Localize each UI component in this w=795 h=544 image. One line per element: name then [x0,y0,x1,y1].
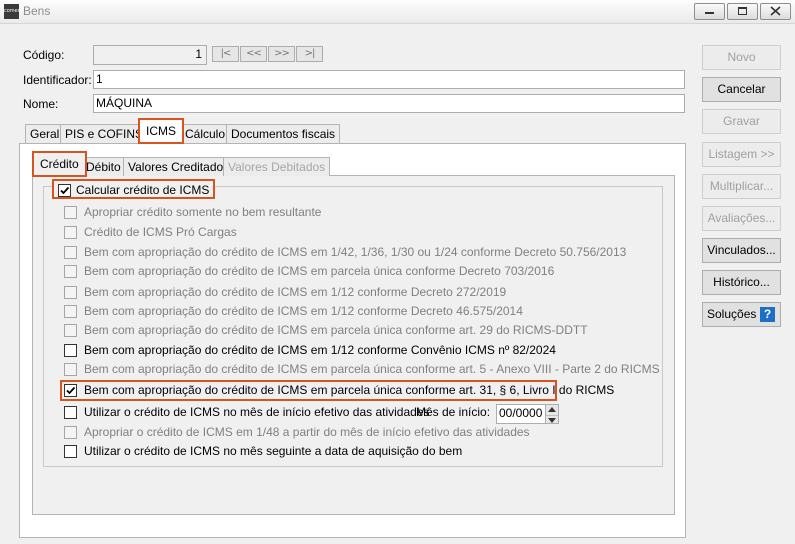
cancelar-button[interactable]: Cancelar [702,77,781,102]
multiplicar-button[interactable]: Multiplicar... [702,174,781,199]
nav-next-button[interactable]: >> [268,46,295,62]
mes-inicio-spinner[interactable] [545,404,559,424]
option-label: Bem com apropriação do crédito de ICMS e… [84,323,588,337]
mes-inicio-label: Mês de início: [416,405,491,419]
identificador-field[interactable]: 1 [93,70,685,89]
option-label: Bem com apropriação do crédito de ICMS e… [84,285,507,299]
tab-valores-debitados[interactable]: Valores Debitados [223,157,331,176]
title-bar [0,0,795,24]
option-label: Bem com apropriação do crédito de ICMS e… [84,264,555,278]
checkbox-box [64,265,77,278]
gravar-button[interactable]: Gravar [702,109,781,134]
tab-icms[interactable]: ICMS [138,118,184,144]
spinner-down-button[interactable] [546,418,558,423]
calcular-credito-label: Calcular crédito de ICMS [76,183,210,197]
arrow-down-icon [548,418,556,423]
solucoes-label: Soluções [707,307,757,321]
maximize-icon [738,7,747,15]
checkbox-box [64,324,77,337]
historico-button[interactable]: Histórico... [702,270,781,295]
checkbox-box [64,445,77,458]
close-icon [770,6,781,16]
tab-geral[interactable]: Geral [25,124,65,143]
checkbox-box [64,426,77,439]
checkbox-box [64,286,77,299]
option-label: Utilizar o crédito de ICMS no mês seguin… [84,444,463,458]
checkbox-box [64,246,77,259]
checkbox-box [64,226,77,239]
option-label: Apropriar crédito somente no bem resulta… [84,205,322,219]
mes-inicio-input[interactable]: 00/0000 [496,404,546,424]
spinner-up-button[interactable] [546,407,558,416]
tab-credito[interactable]: Crédito [32,151,87,177]
arrow-up-icon [548,407,556,412]
option-label: Bem com apropriação do crédito de ICMS e… [84,343,556,357]
checkmark-icon [60,186,70,195]
option-label: Bem com apropriação do crédito de ICMS e… [84,362,660,376]
option-label: Bem com apropriação do crédito de ICMS e… [84,383,615,397]
nav-last-button[interactable]: >| [296,46,323,62]
option-label: Bem com apropriação do crédito de ICMS e… [84,245,627,259]
tab-documentos-fiscais[interactable]: Documentos fiscais [226,124,341,143]
nome-field[interactable]: MÁQUINA [93,94,685,113]
listagem-button[interactable]: Listagem >> [702,142,781,167]
close-button[interactable] [760,3,791,20]
option-label: Apropriar o crédito de ICMS em 1/48 a pa… [84,425,530,439]
help-icon: ? [760,307,775,322]
nav-first-button[interactable]: |< [212,46,239,62]
option-label: Bem com apropriação do crédito de ICMS e… [84,304,523,318]
minimize-icon [705,12,714,14]
option-label: Crédito de ICMS Pró Cargas [84,225,237,239]
checkbox-box [58,184,71,197]
codigo-field[interactable]: 1 [93,45,207,65]
checkbox-box [64,384,77,397]
option-label: Utilizar o crédito de ICMS no mês de iní… [84,405,430,419]
avaliacoes-button[interactable]: Avaliações... [702,206,781,231]
minimize-button[interactable] [694,3,725,20]
tab-debito[interactable]: Débito [81,157,126,176]
checkbox-box [64,305,77,318]
identificador-label: Identificador: [23,73,92,87]
maximize-button[interactable] [727,3,758,20]
checkbox-box [64,344,77,357]
checkbox-box [64,206,77,219]
novo-button[interactable]: Novo [702,45,781,70]
window-title: Bens [23,4,51,18]
codigo-label: Código: [23,48,65,62]
app-icon: comenzo [4,4,27,19]
solucoes-button[interactable]: Soluções ? [702,302,781,327]
nome-label: Nome: [23,97,59,111]
checkbox-box [64,406,77,419]
calcular-credito-checkbox[interactable]: Calcular crédito de ICMS [52,179,216,199]
tab-calculo[interactable]: Cálculo [180,124,231,143]
checkmark-icon [66,386,76,395]
tab-pis-cofins[interactable]: PIS e COFINS [60,124,149,143]
tab-valores-creditados[interactable]: Valores Creditados [123,157,235,176]
nav-prev-button[interactable]: << [240,46,267,62]
vinculados-button[interactable]: Vinculados... [702,238,781,263]
checkbox-box [64,363,77,376]
